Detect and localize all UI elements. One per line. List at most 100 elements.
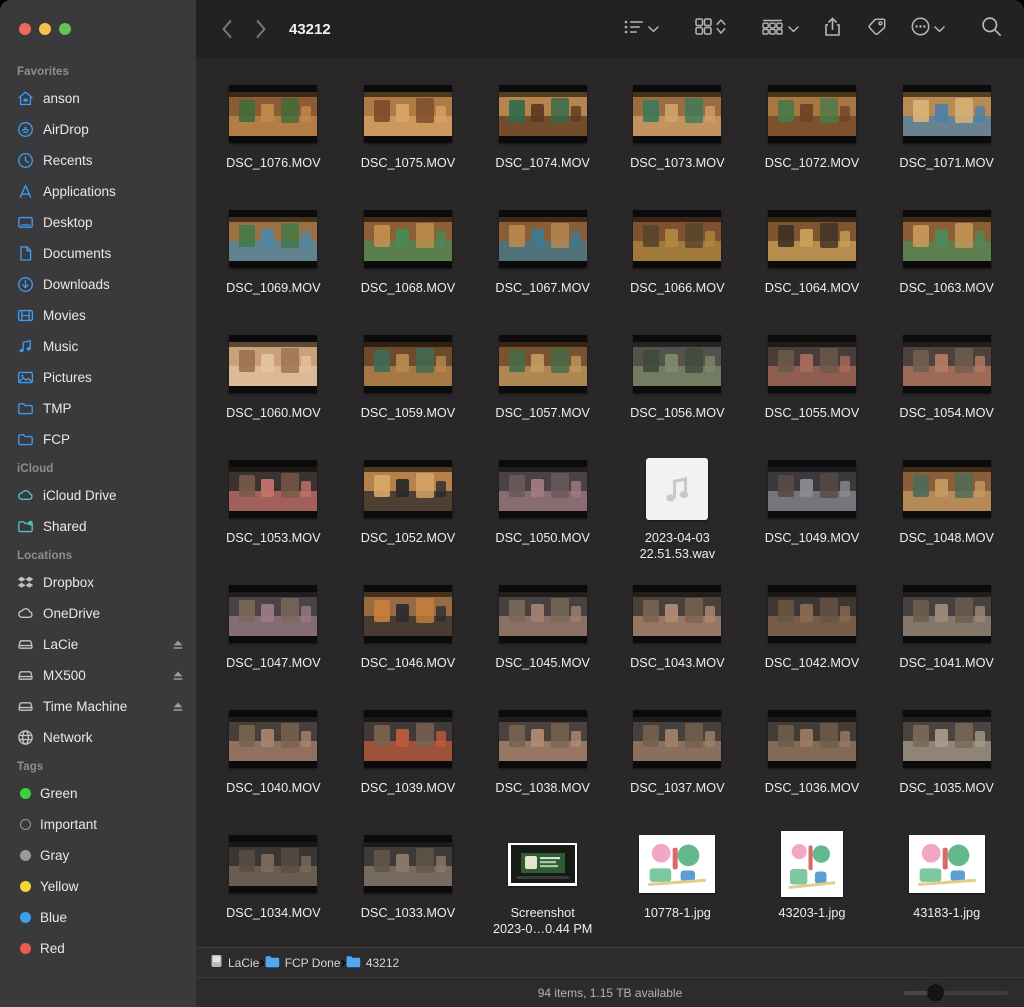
view-as-list-button[interactable] <box>618 14 665 44</box>
movie-thumbnail <box>363 335 452 393</box>
sidebar-item-label: Recents <box>43 153 93 168</box>
sidebar-item-pictures[interactable]: Pictures <box>0 362 196 393</box>
sidebar-item-red[interactable]: Red <box>0 933 196 964</box>
back-button[interactable] <box>210 14 244 44</box>
eject-icon[interactable] <box>172 639 184 651</box>
file-item[interactable]: DSC_1066.MOV <box>610 199 745 324</box>
sidebar-item-applications[interactable]: Applications <box>0 176 196 207</box>
file-item[interactable]: 43203-1.jpg <box>745 824 880 947</box>
file-item[interactable]: DSC_1046.MOV <box>341 574 476 699</box>
zoom-window-button[interactable] <box>59 23 71 35</box>
file-item[interactable]: DSC_1047.MOV <box>206 574 341 699</box>
share-button[interactable] <box>818 14 847 44</box>
file-item[interactable]: DSC_1071.MOV <box>879 74 1014 199</box>
sidebar-item-blue[interactable]: Blue <box>0 902 196 933</box>
eject-icon[interactable] <box>172 701 184 713</box>
sidebar-item-shared[interactable]: Shared <box>0 511 196 542</box>
file-item[interactable]: DSC_1069.MOV <box>206 199 341 324</box>
sidebar-item-lacie[interactable]: LaCie <box>0 629 196 660</box>
minimize-window-button[interactable] <box>39 23 51 35</box>
sidebar-item-airdrop[interactable]: AirDrop <box>0 114 196 145</box>
file-item[interactable]: DSC_1076.MOV <box>206 74 341 199</box>
sidebar-item-gray[interactable]: Gray <box>0 840 196 871</box>
sidebar-item-tmp[interactable]: TMP <box>0 393 196 424</box>
file-item[interactable]: DSC_1038.MOV <box>475 699 610 824</box>
file-item[interactable]: DSC_1039.MOV <box>341 699 476 824</box>
file-item[interactable]: 2023-04-03 22.51.53.wav <box>610 449 745 574</box>
movie-thumbnail <box>633 210 722 268</box>
close-window-button[interactable] <box>19 23 31 35</box>
sidebar-item-fcp[interactable]: FCP <box>0 424 196 455</box>
file-item[interactable]: DSC_1048.MOV <box>879 449 1014 574</box>
file-item[interactable]: 43183-1.jpg <box>879 824 1014 947</box>
file-item[interactable]: DSC_1050.MOV <box>475 449 610 574</box>
sidebar-item-dropbox[interactable]: Dropbox <box>0 567 196 598</box>
sidebar-item-anson[interactable]: anson <box>0 83 196 114</box>
breadcrumb-item-lacie[interactable]: LaCie <box>210 954 259 971</box>
sidebar-item-desktop[interactable]: Desktop <box>0 207 196 238</box>
file-item[interactable]: DSC_1052.MOV <box>341 449 476 574</box>
breadcrumb-item-43212[interactable]: 43212 <box>346 955 399 971</box>
file-item[interactable]: DSC_1033.MOV <box>341 824 476 947</box>
search-button[interactable] <box>975 14 1008 44</box>
sidebar-item-label: Applications <box>43 184 116 199</box>
stepper-updown-icon[interactable] <box>716 18 726 40</box>
file-item[interactable]: DSC_1049.MOV <box>745 449 880 574</box>
sidebar-item-label: Important <box>40 817 98 832</box>
sidebar-item-onedrive[interactable]: OneDrive <box>0 598 196 629</box>
file-item[interactable]: DSC_1060.MOV <box>206 324 341 449</box>
file-name-label: DSC_1055.MOV <box>764 406 860 420</box>
file-item[interactable]: DSC_1074.MOV <box>475 74 610 199</box>
file-item[interactable]: DSC_1067.MOV <box>475 199 610 324</box>
sidebar-item-mx500[interactable]: MX500 <box>0 660 196 691</box>
view-as-icons-button[interactable] <box>689 14 732 44</box>
file-item[interactable]: 10778-1.jpg <box>610 824 745 947</box>
file-item[interactable]: DSC_1036.MOV <box>745 699 880 824</box>
sidebar-item-music[interactable]: Music <box>0 331 196 362</box>
file-item[interactable]: DSC_1042.MOV <box>745 574 880 699</box>
file-grid-container[interactable]: DSC_1076.MOV DSC_1075.MOV DSC_1074.MOV DSC_… <box>196 58 1024 947</box>
file-item[interactable]: DSC_1075.MOV <box>341 74 476 199</box>
tags-button[interactable] <box>860 14 892 44</box>
sidebar-item-yellow[interactable]: Yellow <box>0 871 196 902</box>
movie-thumbnail <box>363 710 452 768</box>
file-item[interactable]: DSC_1045.MOV <box>475 574 610 699</box>
sidebar-item-label: Desktop <box>43 215 93 230</box>
file-item[interactable]: DSC_1059.MOV <box>341 324 476 449</box>
file-item[interactable]: DSC_1053.MOV <box>206 449 341 574</box>
sidebar-item-time-machine[interactable]: Time Machine <box>0 691 196 722</box>
file-item[interactable]: DSC_1041.MOV <box>879 574 1014 699</box>
eject-icon[interactable] <box>172 670 184 682</box>
file-item[interactable]: DSC_1063.MOV <box>879 199 1014 324</box>
file-item[interactable]: DSC_1034.MOV <box>206 824 341 947</box>
breadcrumb-item-fcp-done[interactable]: FCP Done <box>265 955 341 971</box>
group-by-button[interactable] <box>756 14 805 44</box>
file-item[interactable]: DSC_1073.MOV <box>610 74 745 199</box>
tag-dot-icon <box>20 850 31 861</box>
file-item[interactable]: DSC_1035.MOV <box>879 699 1014 824</box>
more-actions-button[interactable] <box>905 14 951 44</box>
file-item[interactable]: DSC_1056.MOV <box>610 324 745 449</box>
file-item[interactable]: DSC_1064.MOV <box>745 199 880 324</box>
file-item[interactable]: DSC_1037.MOV <box>610 699 745 824</box>
icon-size-slider[interactable] <box>904 985 1008 1000</box>
sidebar-item-important[interactable]: Important <box>0 809 196 840</box>
file-item[interactable]: DSC_1057.MOV <box>475 324 610 449</box>
sidebar-item-documents[interactable]: Documents <box>0 238 196 269</box>
file-item[interactable]: DSC_1054.MOV <box>879 324 1014 449</box>
file-item[interactable]: DSC_1043.MOV <box>610 574 745 699</box>
sidebar-scroll-area[interactable]: Favorites anson AirDrop Recents Applications… <box>0 58 196 1007</box>
sidebar-item-recents[interactable]: Recents <box>0 145 196 176</box>
file-item[interactable]: DSC_1068.MOV <box>341 199 476 324</box>
file-item[interactable]: DSC_1040.MOV <box>206 699 341 824</box>
slider-knob[interactable] <box>927 985 943 1000</box>
sidebar-item-network[interactable]: Network <box>0 722 196 753</box>
file-item[interactable]: DSC_1072.MOV <box>745 74 880 199</box>
forward-button[interactable] <box>244 14 278 44</box>
sidebar-item-icloud-drive[interactable]: iCloud Drive <box>0 480 196 511</box>
sidebar-item-green[interactable]: Green <box>0 778 196 809</box>
sidebar-item-movies[interactable]: Movies <box>0 300 196 331</box>
sidebar-item-downloads[interactable]: Downloads <box>0 269 196 300</box>
file-item[interactable]: Screenshot 2023-0…0.44 PM <box>475 824 610 947</box>
file-item[interactable]: DSC_1055.MOV <box>745 324 880 449</box>
